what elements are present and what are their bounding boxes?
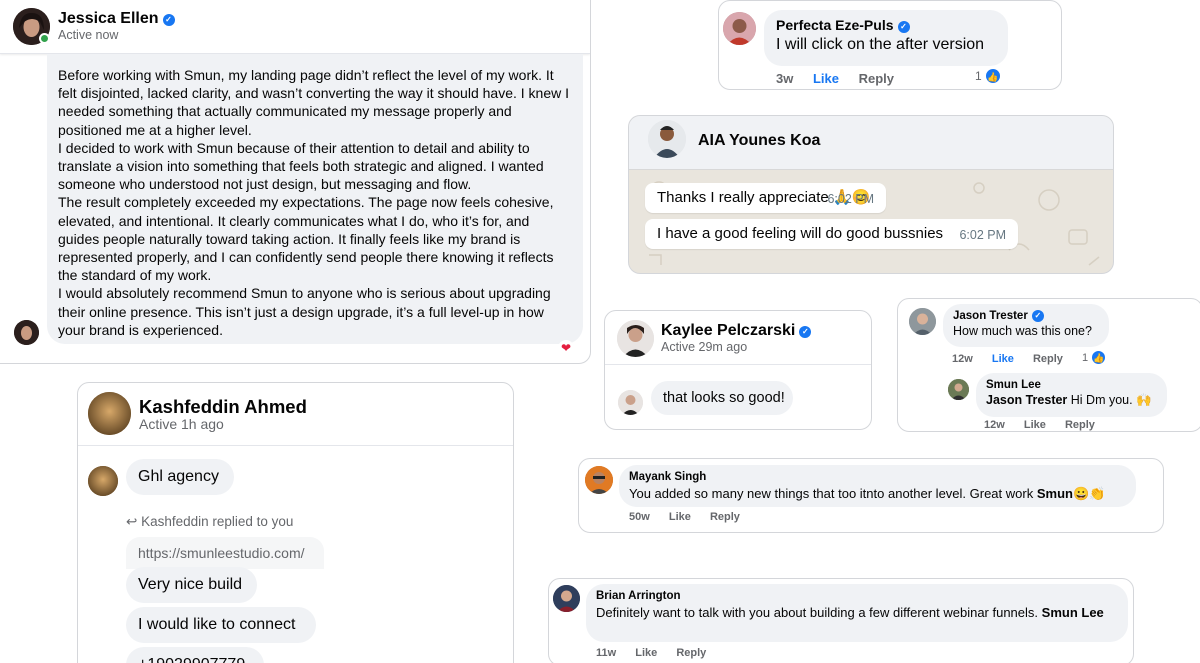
like-button[interactable]: Like [813, 71, 839, 86]
comment-time: 11w [596, 647, 617, 659]
mention-link[interactable]: Smun Lee [1042, 605, 1104, 620]
reply-time: 12w [984, 419, 1005, 431]
replied-to-label: ↩ Kashfeddin replied to you [126, 514, 294, 529]
message-bubble: Very nice build [126, 567, 257, 603]
comment-actions: 50w Like Reply [629, 511, 756, 523]
comment-text: You added so many new things that too it… [629, 486, 1106, 501]
like-button[interactable]: Like [992, 353, 1014, 365]
replier-name[interactable]: Smun Lee [986, 379, 1157, 391]
verified-badge-icon: ✓ [162, 14, 175, 26]
reply-button[interactable]: Reply [1065, 419, 1095, 431]
message-bubble: Thanks I really appreciate 🙏😊 6:02 PM [645, 183, 886, 213]
reaction-count[interactable]: 1 👍 [975, 68, 1001, 84]
commenter-name[interactable]: Brian Arrington [596, 590, 1118, 602]
reply-actions: 12w Like Reply [984, 419, 1111, 431]
quoted-link[interactable]: https://smunleestudio.com/ [126, 537, 324, 569]
comment-bubble: Mayank Singh You added so many new thing… [619, 465, 1136, 507]
comment-bubble: Jason Trester ✓ How much was this one? [943, 304, 1109, 347]
brian-avatar[interactable] [553, 585, 580, 612]
comment-text: How much was this one? [953, 324, 1092, 338]
reaction-count[interactable]: 1 👍 [1082, 350, 1107, 365]
like-button[interactable]: Like [1024, 419, 1046, 431]
message-bubble: +19029907779 [126, 647, 264, 663]
comment-time: 12w [952, 353, 973, 365]
active-status-dot [39, 33, 50, 44]
jason-avatar[interactable] [909, 308, 936, 335]
thumbs-up-icon: 👍 [984, 68, 1001, 84]
commenter-name[interactable]: Mayank Singh [629, 471, 1126, 483]
like-button[interactable]: Like [669, 511, 691, 523]
reply-button[interactable]: Reply [676, 647, 706, 659]
comment-text: I will click on the after version [776, 36, 985, 53]
message-text: I have a good feeling will do good bussn… [657, 225, 944, 242]
header-name[interactable]: Kashfeddin Ahmed [139, 396, 307, 418]
reply-button[interactable]: Reply [859, 71, 894, 86]
comment-text: Definitely want to talk with you about b… [596, 605, 1104, 620]
younes-whatsapp-card: AIA Younes Koa Thanks I really appreciat… [628, 115, 1114, 274]
message-bubble: Ghl agency [126, 459, 234, 495]
paragraph: The result completely exceeded my expect… [58, 194, 554, 284]
header-name[interactable]: Jessica Ellen ✓ [58, 10, 175, 28]
message-bubble: I have a good feeling will do good bussn… [645, 219, 1018, 249]
kashfeddin-avatar[interactable] [88, 392, 131, 435]
brian-comment-card: Brian Arrington Definitely want to talk … [548, 578, 1134, 663]
kashfeddin-small-avatar [88, 466, 118, 496]
thumbs-up-icon: 👍 [1091, 350, 1107, 365]
jessica-chat-card: Jessica Ellen ✓ Active now Before working… [0, 0, 591, 364]
header-name[interactable]: Kaylee Pelczarski ✓ [661, 322, 812, 340]
jessica-small-avatar [14, 320, 39, 345]
like-count: 1 [975, 69, 982, 83]
reply-bubble: Smun Lee Jason Trester Hi Dm you. 🙌 [976, 373, 1167, 417]
comment-actions: 11w Like Reply [596, 647, 722, 659]
commenter-name[interactable]: Perfecta Eze-Puls ✓ [776, 17, 996, 33]
verified-badge-icon: ✓ [1031, 310, 1044, 322]
kashfeddin-chat-card: Kashfeddin Ahmed Active 1h ago Ghl agenc… [77, 382, 514, 663]
chat-header: AIA Younes Koa [629, 116, 1113, 170]
header-status: Active 29m ago [661, 340, 748, 354]
verified-badge-icon: ✓ [897, 21, 910, 33]
paragraph: I would absolutely recommend Smun to any… [58, 285, 551, 338]
kaylee-small-avatar [618, 390, 643, 415]
younes-avatar[interactable] [648, 120, 686, 158]
paragraph: I decided to work with Smun because of t… [58, 139, 544, 193]
message-time: 6:02 PM [827, 192, 874, 206]
reply-button[interactable]: Reply [710, 511, 740, 523]
mention-link[interactable]: Smun [1037, 486, 1073, 501]
header-status: Active 1h ago [139, 416, 224, 432]
reply-text: Jason Trester Hi Dm you. 🙌 [986, 393, 1152, 407]
reply-button[interactable]: Reply [1033, 353, 1063, 365]
message-bubble: I would like to connect [126, 607, 316, 643]
comment-actions: 3w Like Reply [776, 71, 910, 86]
comment-bubble: Perfecta Eze-Puls ✓ I will click on the a… [764, 10, 1008, 66]
heart-reaction-icon[interactable]: ❤ [558, 340, 574, 356]
message-time: 6:02 PM [959, 228, 1006, 242]
perfecta-avatar[interactable] [723, 12, 756, 45]
comment-time: 3w [776, 71, 794, 86]
kaylee-avatar[interactable] [617, 320, 654, 357]
comment-time: 50w [629, 511, 650, 523]
smun-avatar[interactable] [948, 379, 969, 400]
kaylee-chat-card: Kaylee Pelczarski ✓ Active 29m ago that l… [604, 310, 872, 430]
commenter-name[interactable]: Jason Trester ✓ [953, 310, 1099, 322]
comment-actions: 12w Like Reply [952, 353, 1079, 365]
jason-comment-card: Jason Trester ✓ How much was this one? 12… [897, 298, 1200, 432]
paragraph: Before working with Smun, my landing pag… [58, 67, 570, 138]
header-name[interactable]: AIA Younes Koa [698, 132, 820, 150]
reply-arrow-icon: ↩ [126, 514, 138, 529]
mayank-avatar[interactable] [585, 466, 613, 494]
chat-header: Kaylee Pelczarski ✓ Active 29m ago [605, 311, 871, 365]
message-bubble: that looks so good! [651, 381, 793, 415]
comment-bubble: Brian Arrington Definitely want to talk … [586, 584, 1128, 642]
like-button[interactable]: Like [635, 647, 657, 659]
like-count: 1 [1082, 351, 1089, 364]
chat-header: Jessica Ellen ✓ Active now [0, 0, 590, 54]
perfecta-comment-card: Perfecta Eze-Puls ✓ I will click on the a… [718, 0, 1062, 90]
header-status: Active now [58, 28, 119, 42]
mayank-comment-card: Mayank Singh You added so many new thing… [578, 458, 1164, 533]
testimonial-message: Before working with Smun, my landing pag… [47, 54, 583, 344]
chat-header: Kashfeddin Ahmed Active 1h ago [78, 383, 513, 446]
mention-link[interactable]: Jason Trester [986, 393, 1067, 407]
verified-badge-icon: ✓ [799, 326, 812, 338]
